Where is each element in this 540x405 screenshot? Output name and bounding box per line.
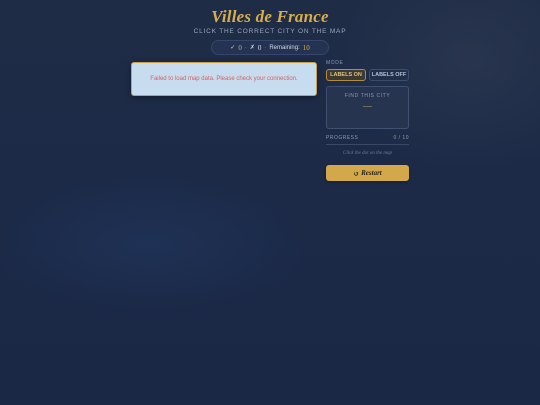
page-subtitle: CLICK THE CORRECT CITY ON THE MAP bbox=[193, 28, 347, 35]
separator: · bbox=[264, 44, 267, 51]
error-message: Failed to load map data. Please check yo… bbox=[150, 76, 298, 82]
page-title: Villes de France bbox=[211, 7, 329, 26]
error-message-box: Failed to load map data. Please check yo… bbox=[131, 62, 317, 96]
progress-row: PROGRESS 0 / 10 bbox=[326, 135, 409, 141]
separator: · bbox=[244, 44, 247, 51]
remaining-count: 10 bbox=[302, 43, 310, 52]
find-city-label: FIND THIS CITY bbox=[344, 93, 391, 99]
correct-count: 0 bbox=[238, 43, 242, 52]
mode-toggle: LABELS ON LABELS OFF bbox=[326, 69, 409, 81]
labels-off-button[interactable]: LABELS OFF bbox=[369, 69, 409, 81]
target-city: — bbox=[363, 101, 372, 111]
side-panel: MODE LABELS ON LABELS OFF FIND THIS CITY… bbox=[326, 60, 409, 181]
score-bar: ✓ 0 · ✗ 0 · Remaining: 10 bbox=[211, 40, 329, 55]
check-icon: ✓ bbox=[230, 45, 236, 51]
restart-icon: ↺ bbox=[353, 169, 360, 178]
find-city-card: FIND THIS CITY — bbox=[326, 86, 409, 129]
restart-button[interactable]: ↺ Restart bbox=[326, 165, 409, 181]
progress-count: 0 / 10 bbox=[393, 135, 409, 141]
progress-label: PROGRESS bbox=[326, 135, 359, 141]
remaining-label: Remaining: bbox=[269, 44, 300, 51]
progress-bar bbox=[326, 144, 409, 145]
labels-on-button[interactable]: LABELS ON bbox=[326, 69, 366, 81]
wrong-count: 0 bbox=[257, 43, 262, 52]
restart-label: Restart bbox=[361, 169, 382, 177]
mode-label: MODE bbox=[326, 60, 344, 66]
hint-text: Click the dot on the map bbox=[342, 151, 393, 156]
cross-icon: ✗ bbox=[249, 45, 255, 51]
